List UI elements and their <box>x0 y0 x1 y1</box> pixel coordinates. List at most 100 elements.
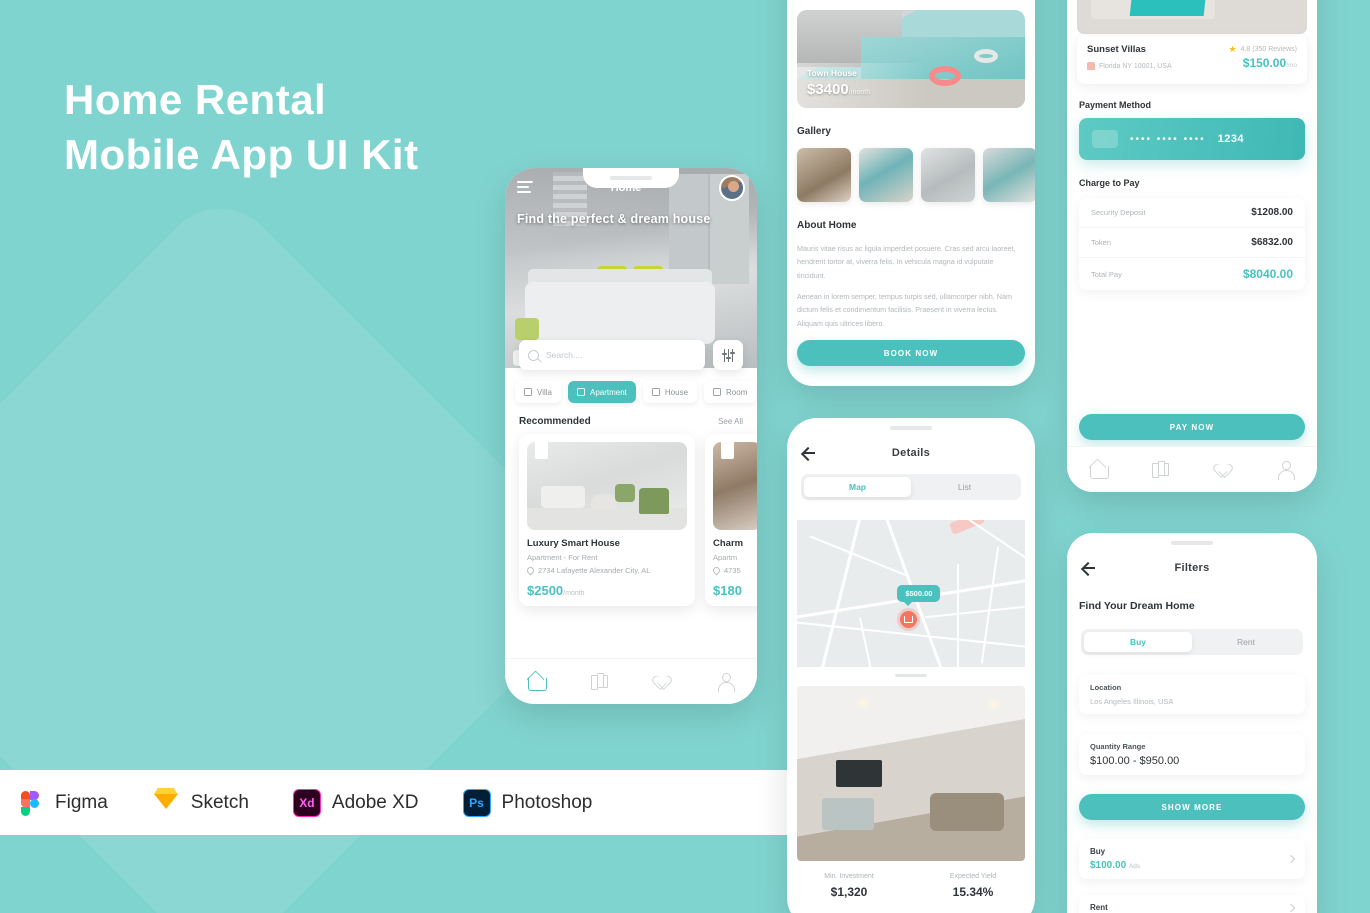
nav-home-icon[interactable] <box>1089 461 1109 479</box>
house-icon <box>651 388 660 396</box>
gallery-thumbnails <box>797 148 1035 202</box>
chip-label: House <box>664 387 689 397</box>
menu-icon[interactable] <box>517 180 533 196</box>
location-icon <box>1087 62 1095 70</box>
chip-villa[interactable]: Villa <box>515 381 561 403</box>
about-hero-image: Town House $3400/month <box>797 10 1025 108</box>
logo-label-figma: Figma <box>55 791 108 813</box>
charge-value-total: $8040.00 <box>1242 267 1293 281</box>
gallery-thumbnail[interactable] <box>921 148 975 202</box>
bottom-nav <box>505 658 757 704</box>
adobe-xd-logo-icon: Xd <box>292 788 321 817</box>
pin-icon <box>525 565 536 576</box>
nav-heart-icon[interactable] <box>654 673 671 690</box>
filter-row-label: Buy <box>1090 847 1106 856</box>
tab-list[interactable]: List <box>911 477 1018 497</box>
recommended-section-header: Recommended See All <box>519 416 743 427</box>
property-title: Luxury Smart House <box>527 538 620 549</box>
property-price: $180 <box>713 583 742 598</box>
property-location-text: 2734 Lafayette Alexander City, AL <box>538 566 651 575</box>
gallery-thumbnail[interactable] <box>983 148 1035 202</box>
search-input[interactable]: Search.... <box>519 340 705 370</box>
filter-row-label: Rent <box>1090 903 1108 912</box>
nav-map-icon[interactable] <box>591 673 608 690</box>
title-line-2: Mobile App UI Kit <box>64 131 419 179</box>
property-card[interactable]: Luxury Smart House Apartment - For Rent … <box>519 434 695 606</box>
quantity-range-field[interactable]: Quantity Range $100.00 - $950.00 <box>1079 734 1305 775</box>
filters-title: Filters <box>1174 562 1210 574</box>
back-arrow-icon[interactable] <box>1081 560 1097 576</box>
logo-label-photoshop: Photoshop <box>501 791 593 813</box>
villa-rating-text: 4.8 (350 Reviews) <box>1240 46 1297 53</box>
phone-screen-selected-villa: Selected Villa Sunset Villas ★ 4.8 (350 … <box>1067 0 1317 492</box>
chevron-right-icon <box>1286 903 1296 912</box>
phone-speaker <box>610 176 652 180</box>
back-arrow-icon[interactable] <box>801 445 817 461</box>
show-more-button[interactable]: SHOW MORE <box>1079 794 1305 820</box>
gallery-thumbnail[interactable] <box>797 148 851 202</box>
sheet-drag-handle[interactable] <box>895 674 927 677</box>
phone-screen-details: Details Map List $500.00 Min. Investment… <box>787 418 1035 913</box>
map-pin-icon[interactable] <box>899 611 917 629</box>
property-image <box>713 442 757 530</box>
chip-house[interactable]: House <box>642 381 698 403</box>
nav-profile-icon[interactable] <box>1277 461 1296 480</box>
phone-speaker <box>890 426 932 430</box>
nav-map-icon[interactable] <box>1152 461 1170 478</box>
gallery-thumbnail[interactable] <box>859 148 913 202</box>
charge-label: Security Deposit <box>1091 208 1146 217</box>
stat-min-investment: Min. Investment $1,320 <box>787 873 911 899</box>
bottom-nav <box>1067 446 1317 492</box>
villa-price-unit: /mo <box>1286 61 1297 69</box>
villa-info-card[interactable]: Sunset Villas ★ 4.8 (350 Reviews) Florid… <box>1077 36 1307 84</box>
logo-item-adobe-xd: Xd Adobe XD <box>292 788 419 817</box>
about-hero-price: $3400/month <box>807 81 870 98</box>
home-search-row: Search.... <box>519 340 743 370</box>
tab-map[interactable]: Map <box>804 477 911 497</box>
nav-heart-icon[interactable] <box>1215 461 1232 478</box>
nav-profile-icon[interactable] <box>717 673 735 692</box>
room-icon <box>713 388 722 396</box>
card-last4: 1234 <box>1217 133 1245 145</box>
nav-home-icon[interactable] <box>528 673 547 691</box>
pay-now-button[interactable]: PAY NOW <box>1079 414 1305 440</box>
chip-apartment[interactable]: Apartment <box>567 381 636 403</box>
stat-expected-yield: Expected Yield 15.34% <box>911 873 1035 899</box>
card-masked-digits: •••• •••• •••• <box>1130 133 1206 145</box>
villa-icon <box>524 388 532 396</box>
charge-row-total-pay: Total Pay $8040.00 <box>1079 258 1305 290</box>
tab-buy[interactable]: Buy <box>1084 632 1192 652</box>
card-chip-icon <box>1092 130 1118 148</box>
category-chip-row: Villa Apartment House Room <box>505 381 757 403</box>
filter-row-rent[interactable]: Rent <box>1079 895 1305 913</box>
avatar[interactable] <box>719 175 745 201</box>
location-field[interactable]: Location Los Angeles Illinois, USA <box>1079 675 1305 714</box>
property-location: 4735 <box>711 565 757 576</box>
logo-item-figma: Figma <box>16 789 108 817</box>
map-view[interactable]: $500.00 <box>797 520 1025 667</box>
filters-header: Filters <box>1067 555 1317 581</box>
charge-row-security-deposit: Security Deposit $1208.00 <box>1079 198 1305 228</box>
map-price-bubble[interactable]: $500.00 <box>897 584 941 606</box>
filter-button[interactable] <box>713 340 743 370</box>
payment-card[interactable]: •••• •••• •••• 1234 <box>1079 118 1305 160</box>
filter-row-buy[interactable]: Buy $100.00 Ads <box>1079 839 1305 879</box>
charge-value: $6832.00 <box>1251 237 1293 248</box>
about-hero-price-unit: /month <box>848 89 871 96</box>
sketch-logo-icon <box>152 787 180 817</box>
chip-room[interactable]: Room <box>704 381 757 403</box>
villa-location: Florida NY 10001, USA <box>1087 62 1172 70</box>
property-card[interactable]: Charm Apartm 4735 $180 <box>705 434 757 606</box>
see-all-link[interactable]: See All <box>718 417 743 426</box>
details-stats: Min. Investment $1,320 Expected Yield 15… <box>787 873 1035 899</box>
charge-label: Total Pay <box>1091 269 1122 279</box>
property-title: Charm <box>713 538 744 549</box>
book-now-button[interactable]: BOOK NOW <box>797 340 1025 366</box>
charge-value: $1208.00 <box>1251 207 1293 218</box>
stat-value: 15.34% <box>952 885 994 899</box>
tab-rent[interactable]: Rent <box>1192 632 1300 652</box>
villa-image <box>1077 0 1307 34</box>
phone-screen-about: Town House $3400/month Gallery About Hom… <box>787 0 1035 386</box>
details-header: Details <box>787 440 1035 466</box>
stat-label: Min. Investment <box>824 873 874 880</box>
